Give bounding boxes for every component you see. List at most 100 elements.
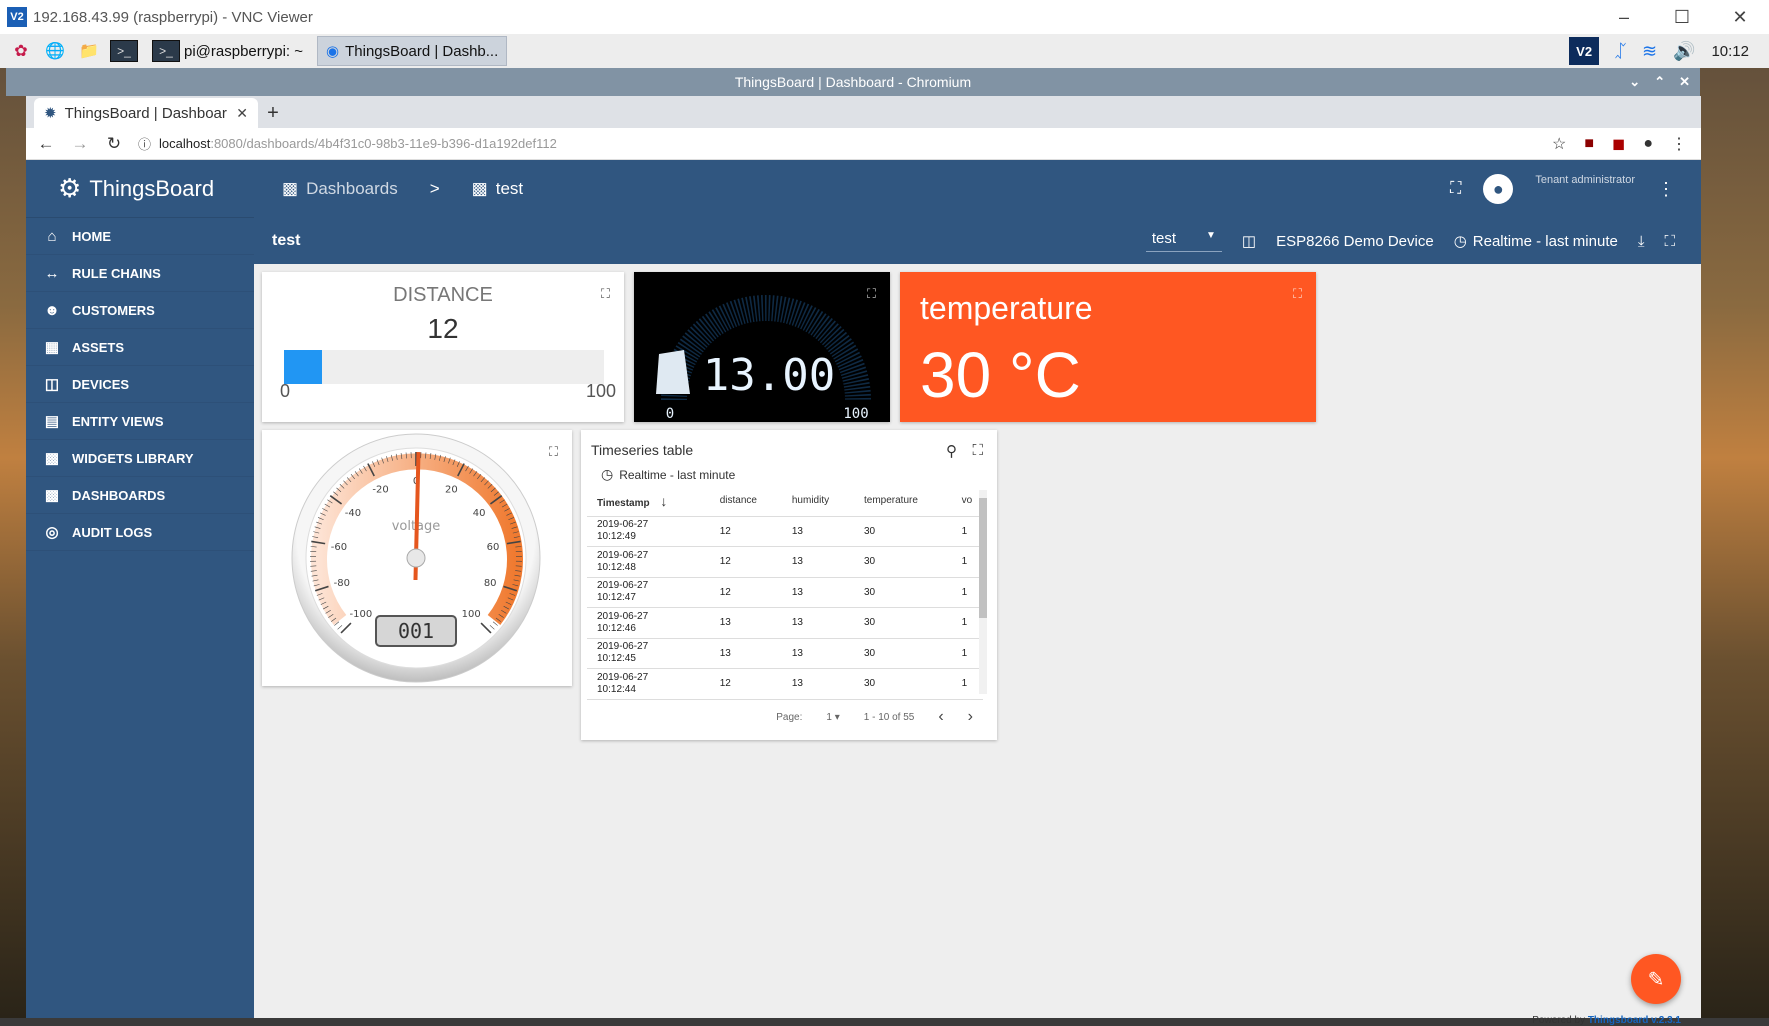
chrome-menu-icon[interactable]: ⋮ bbox=[1671, 134, 1687, 154]
chromium-minimize-icon[interactable]: ⌄ bbox=[1629, 68, 1640, 96]
timewindow-button[interactable]: Realtime - last minute bbox=[1473, 233, 1618, 250]
table-row[interactable]: 2019-06-2710:12:441213301 bbox=[587, 669, 983, 700]
file-manager-icon[interactable]: 📁 bbox=[76, 38, 102, 64]
page-label: Page: bbox=[776, 712, 802, 723]
cell-distance: 12 bbox=[710, 577, 782, 608]
breadcrumb-dashboards[interactable]: Dashboards bbox=[306, 179, 398, 199]
url-field[interactable]: ⓘ localhost :8080/dashboards/4b4f31c0-98… bbox=[138, 131, 1552, 157]
volume-icon[interactable]: 🔊 bbox=[1673, 41, 1695, 62]
widget-fullscreen-icon[interactable]: ⛶ bbox=[867, 286, 876, 302]
table-row[interactable]: 2019-06-2710:12:491213301 bbox=[587, 516, 983, 547]
table-row[interactable]: 2019-06-2710:12:451313301 bbox=[587, 638, 983, 669]
bluetooth-icon[interactable]: ᛢ bbox=[1615, 41, 1626, 62]
entity-alias-select[interactable]: ESP8266 Demo Device bbox=[1276, 233, 1434, 250]
search-icon[interactable]: ⚲ bbox=[946, 442, 957, 460]
table-row[interactable]: 2019-06-2710:12:481213301 bbox=[587, 547, 983, 578]
tab-close-icon[interactable]: ✕ bbox=[236, 105, 248, 122]
profile-icon[interactable]: ● bbox=[1643, 135, 1653, 153]
browser-task[interactable]: ◉ ThingsBoard | Dashb... bbox=[317, 36, 507, 66]
gauge-tick-label: 100 bbox=[462, 609, 481, 620]
table-row[interactable]: 2019-06-2710:12:471213301 bbox=[587, 577, 983, 608]
distance-max: 100 bbox=[586, 381, 616, 402]
wifi-icon[interactable]: ≋ bbox=[1642, 41, 1657, 62]
sidebar-item-home[interactable]: ⌂HOME bbox=[26, 218, 254, 255]
clock-icon: ◷ bbox=[1454, 232, 1467, 250]
cell-humidity: 13 bbox=[782, 516, 854, 547]
sort-arrow-icon: ↓ bbox=[660, 493, 667, 509]
browser-launcher-icon[interactable]: 🌐 bbox=[42, 38, 68, 64]
table-scrollbar[interactable] bbox=[979, 490, 987, 694]
more-vert-icon[interactable]: ⋮ bbox=[1657, 179, 1675, 200]
sidebar-item-customers[interactable]: ☻CUSTOMERS bbox=[26, 292, 254, 329]
sidebar-item-rule-chains[interactable]: ↔RULE CHAINS bbox=[26, 255, 254, 292]
state-select[interactable]: test ▼ bbox=[1146, 230, 1222, 252]
column-header-temperature[interactable]: temperature bbox=[854, 486, 952, 516]
tab-title: ThingsBoard | Dashboar bbox=[65, 105, 227, 122]
bookmark-star-icon[interactable]: ☆ bbox=[1552, 134, 1566, 154]
table-timewindow: ◷ Realtime - last minute bbox=[601, 466, 735, 483]
timeseries-table-widget: Timeseries table ⚲ ⛶ ◷ Realtime - last m… bbox=[581, 430, 997, 740]
maximize-button[interactable]: ☐ bbox=[1653, 0, 1711, 34]
widget-fullscreen-icon[interactable]: ⛶ bbox=[601, 286, 610, 302]
chromium-close-icon[interactable]: ✕ bbox=[1679, 68, 1690, 96]
sidebar-item-entity-views[interactable]: ▤ENTITY VIEWS bbox=[26, 403, 254, 440]
page-number: 1 bbox=[826, 712, 832, 723]
table-row[interactable]: 2019-06-2710:12:461313301 bbox=[587, 608, 983, 639]
gauge-tick-label: -100 bbox=[349, 609, 372, 620]
sidebar-item-widgets-library[interactable]: ▩WIDGETS LIBRARY bbox=[26, 440, 254, 477]
cell-distance: 12 bbox=[710, 547, 782, 578]
new-tab-button[interactable]: + bbox=[258, 98, 288, 128]
close-button[interactable]: ✕ bbox=[1711, 0, 1769, 34]
edit-fab-button[interactable]: ✎ bbox=[1631, 954, 1681, 1004]
prev-page-icon[interactable]: ‹ bbox=[938, 708, 943, 726]
fullscreen-icon[interactable]: ⛶ bbox=[1450, 180, 1461, 198]
info-icon[interactable]: ⓘ bbox=[138, 134, 151, 153]
next-page-icon[interactable]: › bbox=[968, 708, 973, 726]
url-host: localhost bbox=[159, 136, 210, 151]
back-icon[interactable]: ← bbox=[32, 134, 60, 154]
sidebar-item-label: DEVICES bbox=[72, 377, 129, 392]
column-header-humidity[interactable]: humidity bbox=[782, 486, 854, 516]
page-select[interactable]: 1 ▾ bbox=[826, 712, 839, 723]
clock-icon: ◷ bbox=[601, 466, 613, 483]
download-icon[interactable]: ⤓ bbox=[1638, 233, 1645, 250]
extension-icon[interactable]: ■ bbox=[1584, 135, 1594, 153]
vnc-server-icon[interactable]: V2 bbox=[1569, 37, 1599, 65]
sidebar-item-label: HOME bbox=[72, 229, 111, 244]
temperature-value: 30 °C bbox=[920, 338, 1081, 412]
scrollbar-thumb[interactable] bbox=[979, 498, 987, 618]
top-app-bar: ▩ Dashboards > ▩ test ⛶ ● Tenant adminis… bbox=[254, 160, 1701, 218]
dashboard-title: test bbox=[272, 232, 300, 250]
widgets-icon: ▩ bbox=[42, 449, 62, 467]
dashboards-icon: ▩ bbox=[282, 179, 298, 199]
sidebar-item-devices[interactable]: ◫DEVICES bbox=[26, 366, 254, 403]
reload-icon[interactable]: ↻ bbox=[100, 134, 128, 154]
sidebar-item-dashboards[interactable]: ▩DASHBOARDS bbox=[26, 477, 254, 514]
chromium-maximize-icon[interactable]: ⌃ bbox=[1654, 68, 1665, 96]
rule-chains-icon: ↔ bbox=[42, 265, 62, 282]
gauge-tick-label: -60 bbox=[331, 542, 347, 553]
widget-fullscreen-icon[interactable]: ⛶ bbox=[972, 442, 983, 459]
column-header-label: Timestamp bbox=[597, 498, 650, 509]
widget-fullscreen-icon[interactable]: ⛶ bbox=[549, 444, 558, 460]
pencil-icon: ✎ bbox=[1648, 967, 1665, 992]
ublock-icon[interactable]: ◼ bbox=[1612, 134, 1625, 154]
minimize-button[interactable]: – bbox=[1595, 0, 1653, 34]
browser-tab[interactable]: ✹ ThingsBoard | Dashboar ✕ bbox=[34, 98, 258, 128]
powered-link[interactable]: Thingsboard v.2.3.1 bbox=[1588, 1015, 1681, 1026]
column-header-timestamp[interactable]: Timestamp ↓ bbox=[587, 486, 710, 516]
sidebar-item-assets[interactable]: ▦ASSETS bbox=[26, 329, 254, 366]
terminal-task[interactable]: >_ pi@raspberrypi: ~ bbox=[144, 36, 311, 66]
dashboard-icon: ▩ bbox=[472, 179, 488, 199]
forward-icon[interactable]: → bbox=[66, 134, 94, 154]
account-avatar-icon[interactable]: ● bbox=[1483, 174, 1513, 204]
timeseries-table: Timestamp ↓ distance humidity temperatur… bbox=[587, 486, 983, 700]
dashboard-fullscreen-icon[interactable]: ⛶ bbox=[1664, 233, 1675, 250]
sidebar-item-audit-logs[interactable]: ◎AUDIT LOGS bbox=[26, 514, 254, 551]
terminal-launcher-icon[interactable]: >_ bbox=[110, 40, 138, 62]
raspberry-menu-icon[interactable]: ✿ bbox=[8, 38, 34, 64]
cell-distance: 12 bbox=[710, 669, 782, 700]
column-header-distance[interactable]: distance bbox=[710, 486, 782, 516]
widget-fullscreen-icon[interactable]: ⛶ bbox=[1293, 286, 1302, 302]
brand-logo[interactable]: ⚙ ThingsBoard bbox=[26, 160, 254, 218]
